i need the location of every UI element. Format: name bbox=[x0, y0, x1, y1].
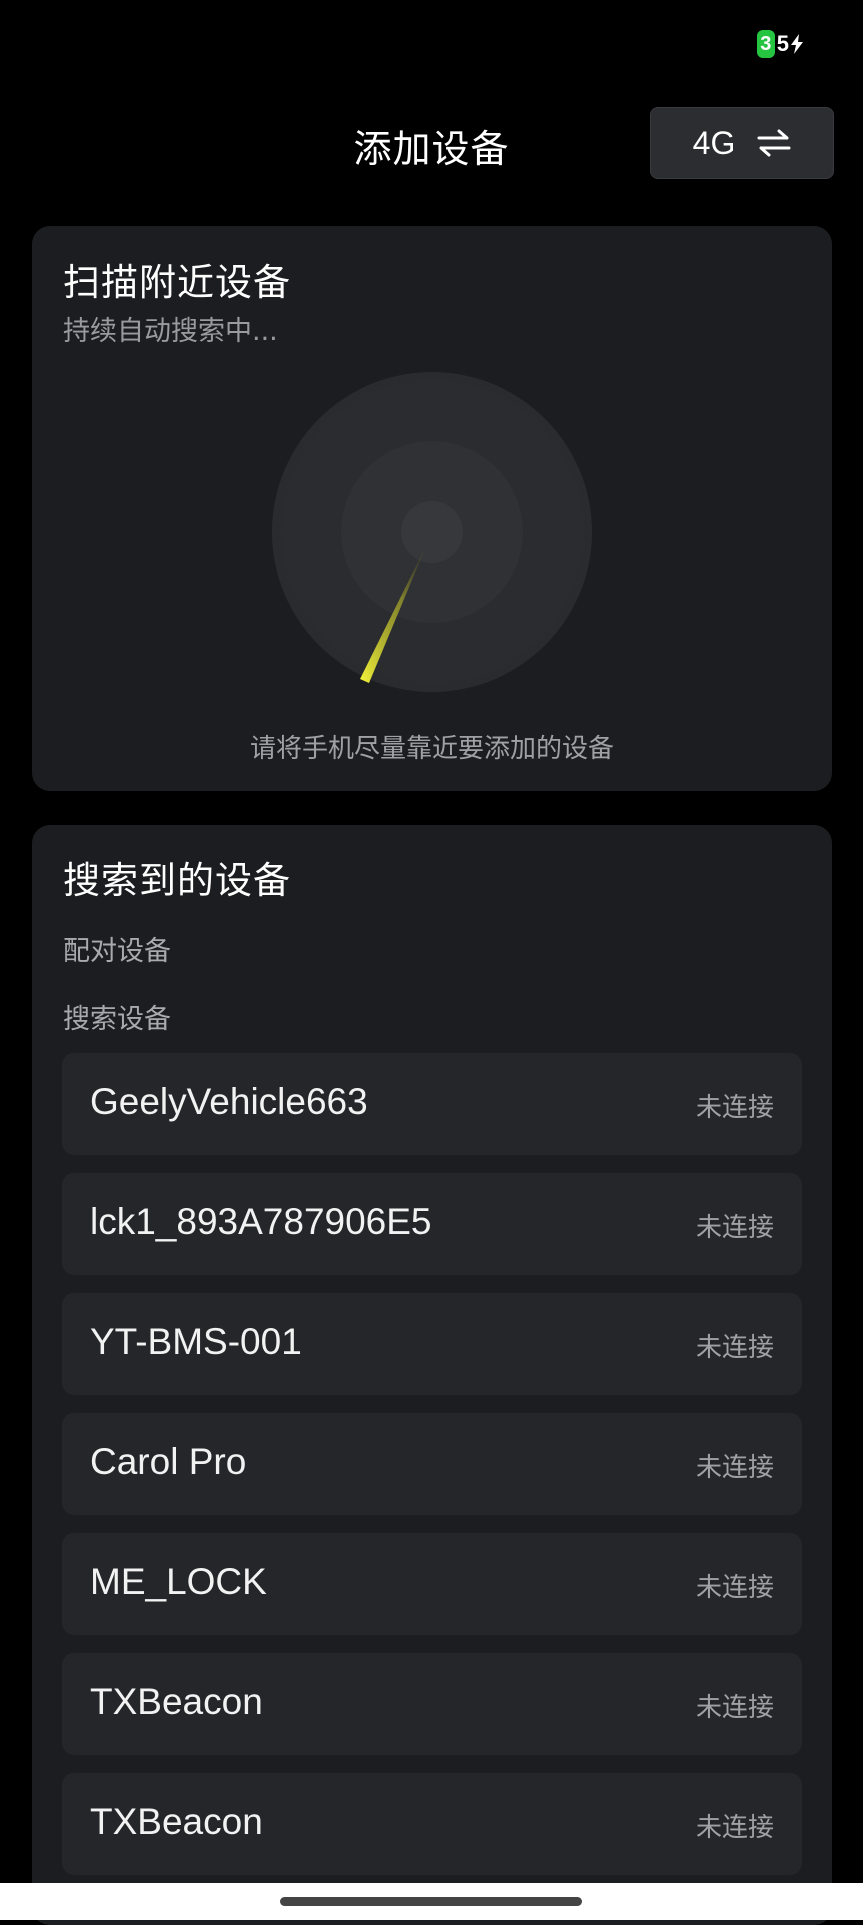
device-row[interactable]: TXBeacon 未连接 bbox=[62, 1653, 802, 1755]
network-switch-button[interactable]: 4G bbox=[650, 107, 834, 179]
battery-percent: 5 bbox=[776, 31, 789, 56]
paired-devices-label: 配对设备 bbox=[63, 936, 171, 967]
bolt-icon bbox=[791, 34, 803, 54]
status-bar: 3 5 bbox=[0, 0, 863, 90]
header: 添加设备 4G bbox=[0, 100, 863, 180]
system-navigation-bar bbox=[0, 1883, 863, 1920]
device-row[interactable]: Carol Pro 未连接 bbox=[62, 1413, 802, 1515]
device-status: 未连接 bbox=[695, 1813, 774, 1843]
device-name: ME_LOCK bbox=[90, 1561, 267, 1602]
radar-center bbox=[401, 501, 463, 563]
device-name: YT-BMS-001 bbox=[90, 1321, 302, 1362]
device-name: TXBeacon bbox=[90, 1681, 263, 1722]
device-name: TXBeacon bbox=[90, 1801, 263, 1842]
home-indicator[interactable] bbox=[280, 1897, 582, 1906]
scan-card: 扫描附近设备 持续自动搜索中... 请将手机尽量靠近要添加的设备 bbox=[32, 226, 832, 791]
device-status: 未连接 bbox=[695, 1213, 774, 1243]
device-name: lck1_893A787906E5 bbox=[90, 1201, 432, 1242]
swap-arrows-icon bbox=[757, 129, 791, 157]
battery-indicator: 3 5 bbox=[756, 30, 803, 58]
device-status: 未连接 bbox=[695, 1573, 774, 1603]
device-row[interactable]: lck1_893A787906E5 未连接 bbox=[62, 1173, 802, 1275]
network-label: 4G bbox=[692, 124, 736, 161]
found-devices-card: 搜索到的设备 配对设备 搜索设备 GeelyVehicle663 未连接 lck… bbox=[32, 825, 832, 1925]
scan-hint: 请将手机尽量靠近要添加的设备 bbox=[249, 734, 614, 764]
scan-status-text: 持续自动搜索中... bbox=[63, 316, 278, 347]
battery-level: 3 bbox=[756, 30, 775, 58]
device-row[interactable]: TXBeacon 未连接 bbox=[62, 1773, 802, 1875]
radar-scanner bbox=[272, 372, 592, 692]
device-list: GeelyVehicle663 未连接 lck1_893A787906E5 未连… bbox=[62, 1053, 802, 1893]
device-row[interactable]: GeelyVehicle663 未连接 bbox=[62, 1053, 802, 1155]
device-row[interactable]: ME_LOCK 未连接 bbox=[62, 1533, 802, 1635]
device-name: GeelyVehicle663 bbox=[90, 1081, 368, 1122]
scan-title: 扫描附近设备 bbox=[63, 261, 291, 304]
searched-devices-label: 搜索设备 bbox=[63, 1004, 171, 1035]
device-status: 未连接 bbox=[695, 1693, 774, 1723]
device-row[interactable]: YT-BMS-001 未连接 bbox=[62, 1293, 802, 1395]
found-devices-title: 搜索到的设备 bbox=[63, 859, 291, 902]
device-status: 未连接 bbox=[695, 1093, 774, 1123]
device-name: Carol Pro bbox=[90, 1441, 247, 1482]
device-status: 未连接 bbox=[695, 1453, 774, 1483]
device-status: 未连接 bbox=[695, 1333, 774, 1363]
